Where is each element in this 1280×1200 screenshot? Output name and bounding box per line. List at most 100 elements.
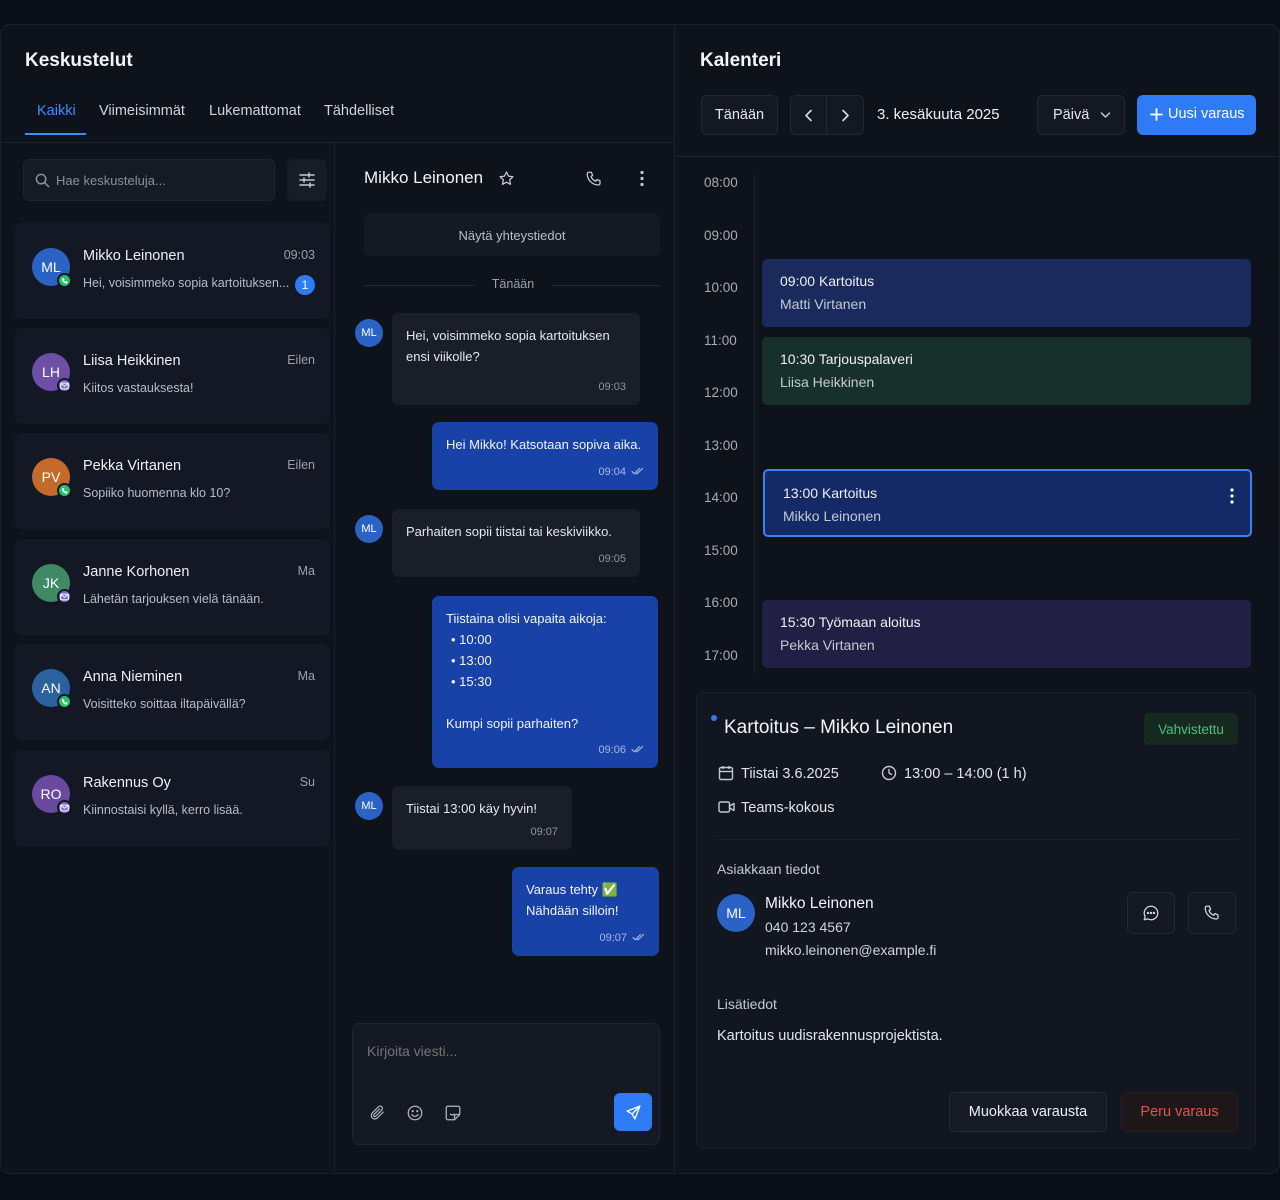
tab-unread[interactable]: Lukemattomat — [209, 103, 301, 119]
chat-contact-name: Mikko Leinonen — [364, 168, 484, 187]
event-heading: 13:00 Kartoitus — [783, 485, 877, 501]
email-icon — [57, 378, 72, 393]
search-icon — [35, 173, 50, 188]
search-input[interactable] — [56, 160, 266, 200]
message-line: Tiistai 13:00 käy hyvin! — [406, 801, 538, 816]
star-icon[interactable] — [498, 170, 515, 187]
message-line: Hei Mikko! Katsotaan sopiva aika. — [446, 437, 642, 452]
conversation-item[interactable]: RO Rakennus Oy Su Kiinnostaisi kyllä, kerro… — [15, 750, 330, 846]
conversation-time: 09:03 — [283, 248, 315, 262]
conversation-name: Anna Nieminen — [83, 669, 183, 685]
conversation-name: Pekka Virtanen — [83, 458, 182, 474]
calendar-event[interactable]: 13:00 Kartoitus Mikko Leinonen — [763, 468, 1252, 537]
chevron-right-icon — [841, 109, 850, 122]
time-label: 10:00 — [704, 280, 738, 295]
calendar-event[interactable]: 09:00 Kartoitus Matti Virtanen — [762, 258, 1251, 327]
chevron-down-icon — [1100, 111, 1111, 119]
incoming-message: Parhaiten sopii tiistai tai keskiviikko.… — [392, 509, 640, 577]
time-label: 17:00 — [704, 647, 738, 663]
chevron-left-icon — [804, 109, 813, 122]
event-heading: 15:30 Työmaan aloitus — [780, 614, 921, 630]
conversation-item[interactable]: ML Mikko Leinonen 09:03 Hei, voisimmeko sop… — [15, 223, 330, 319]
customer-email: mikko.leinonen@example.fi — [765, 942, 937, 958]
conversation-preview: Hei, voisimmeko sopia kartoituksen... — [83, 276, 290, 290]
message-time: 09:04 — [598, 462, 644, 483]
clock-icon — [881, 765, 897, 781]
customer-avatar: ML — [717, 894, 755, 932]
event-person: Mikko Leinonen — [783, 507, 882, 524]
tab-all[interactable]: Kaikki — [37, 103, 76, 119]
message-line — [446, 692, 648, 713]
send-button[interactable] — [614, 1093, 652, 1131]
call-customer-button[interactable] — [1188, 892, 1236, 934]
phone-icon — [1203, 904, 1221, 922]
time-label: 13:00 — [704, 437, 738, 453]
next-day-button[interactable] — [827, 96, 863, 134]
calendar-event[interactable]: 15:30 Työmaan aloitus Pekka Virtanen — [762, 599, 1251, 668]
conversation-name: Janne Korhonen — [83, 564, 190, 580]
calendar-event[interactable]: 10:30 Tarjouspalaveri Liisa Heikkinen — [762, 337, 1251, 406]
emoji-icon[interactable] — [406, 1104, 424, 1122]
more-options-icon[interactable] — [640, 170, 644, 187]
event-menu-icon[interactable] — [1230, 487, 1234, 504]
tab-recent[interactable]: Viimeisimmät — [99, 103, 185, 119]
message-avatar: ML — [355, 792, 383, 820]
booking-title: Kartoitus – Mikko Leinonen — [724, 717, 954, 738]
app-window: Keskustelut Kaikki Viimeisimmät Lukematt… — [0, 24, 1280, 1174]
email-icon — [57, 800, 72, 815]
active-tab-indicator — [25, 133, 86, 135]
event-title: Tarjouspalaveri — [818, 351, 913, 368]
message-avatar: ML — [355, 319, 383, 347]
current-date: 3. kesäkuuta 2025 — [877, 106, 1000, 123]
calendar-header-divider — [676, 156, 1279, 157]
sticker-icon[interactable] — [444, 1104, 462, 1122]
conversation-preview: Lähetän tarjouksen vielä tänään. — [83, 592, 264, 606]
prev-day-button[interactable] — [791, 96, 827, 134]
day-divider-left — [364, 285, 474, 286]
time-label: 08:00 — [704, 175, 738, 190]
new-booking-button[interactable]: Uusi varaus — [1137, 95, 1256, 135]
show-contact-button[interactable]: Näytä yhteystiedot — [364, 214, 660, 256]
today-button[interactable]: Tänään — [701, 95, 778, 135]
message-time: 09:06 — [598, 740, 644, 761]
event-person: Pekka Virtanen — [780, 636, 875, 653]
booking-date: Tiistai 3.6.2025 — [741, 766, 839, 782]
read-receipt-icon — [627, 932, 645, 944]
cancel-booking-button[interactable]: Peru varaus — [1121, 1092, 1238, 1132]
timeline-axis — [754, 173, 755, 675]
message-time: 09:05 — [598, 553, 626, 565]
edit-booking-button[interactable]: Muokkaa varausta — [949, 1092, 1107, 1132]
chat-panel: Mikko Leinonen Näytä yhteystiedot Tänään… — [336, 143, 674, 1173]
booking-detail-card: Kartoitus – Mikko Leinonen Vahvistettu T… — [696, 692, 1256, 1149]
attach-icon[interactable] — [369, 1104, 386, 1121]
event-heading: 09:00 Kartoitus — [780, 273, 874, 289]
conversation-item[interactable]: AN Anna Nieminen Ma Voisitteko soittaa ilta… — [15, 644, 330, 740]
message-customer-button[interactable] — [1127, 892, 1175, 934]
booking-status-dot — [711, 715, 717, 721]
conversation-item[interactable]: PV Pekka Virtanen Eilen Sopiiko huomenna kl… — [15, 433, 330, 529]
message-input[interactable] — [367, 1034, 647, 1068]
video-icon — [718, 800, 735, 814]
message-line: Nähdään silloin! — [526, 903, 619, 918]
message-line: • 15:30 — [451, 674, 492, 689]
conversation-preview: Voisitteko soittaa iltapäivällä? — [83, 697, 246, 711]
composer — [352, 1023, 660, 1145]
time-label: 12:00 — [704, 385, 738, 400]
filter-button[interactable] — [287, 159, 327, 201]
event-time: 13:00 — [783, 484, 819, 501]
conversations-panel: Keskustelut Kaikki Viimeisimmät Lukematt… — [1, 25, 675, 1173]
conversation-item[interactable]: LH Liisa Heikkinen Eilen Kiitos vastauksest… — [15, 328, 330, 424]
message-line: • 13:00 — [451, 653, 492, 668]
conversation-item[interactable]: JK Janne Korhonen Ma Lähetän tarjouksen vie… — [15, 539, 330, 635]
time-label: 15:00 — [704, 542, 738, 558]
day-label: Tänään — [491, 277, 535, 291]
conversation-time: Ma — [297, 669, 315, 683]
conversation-preview: Kiitos vastauksesta! — [83, 381, 194, 395]
tab-starred[interactable]: Tähdelliset — [324, 103, 394, 119]
view-select[interactable]: Päivä — [1037, 95, 1125, 135]
message-avatar: ML — [355, 515, 383, 543]
unread-badge: 1 — [295, 275, 315, 295]
time-label: 11:00 — [704, 332, 737, 348]
incoming-message: Tiistai 13:00 käy hyvin! 09:07 — [392, 786, 572, 850]
phone-icon[interactable] — [585, 170, 603, 188]
